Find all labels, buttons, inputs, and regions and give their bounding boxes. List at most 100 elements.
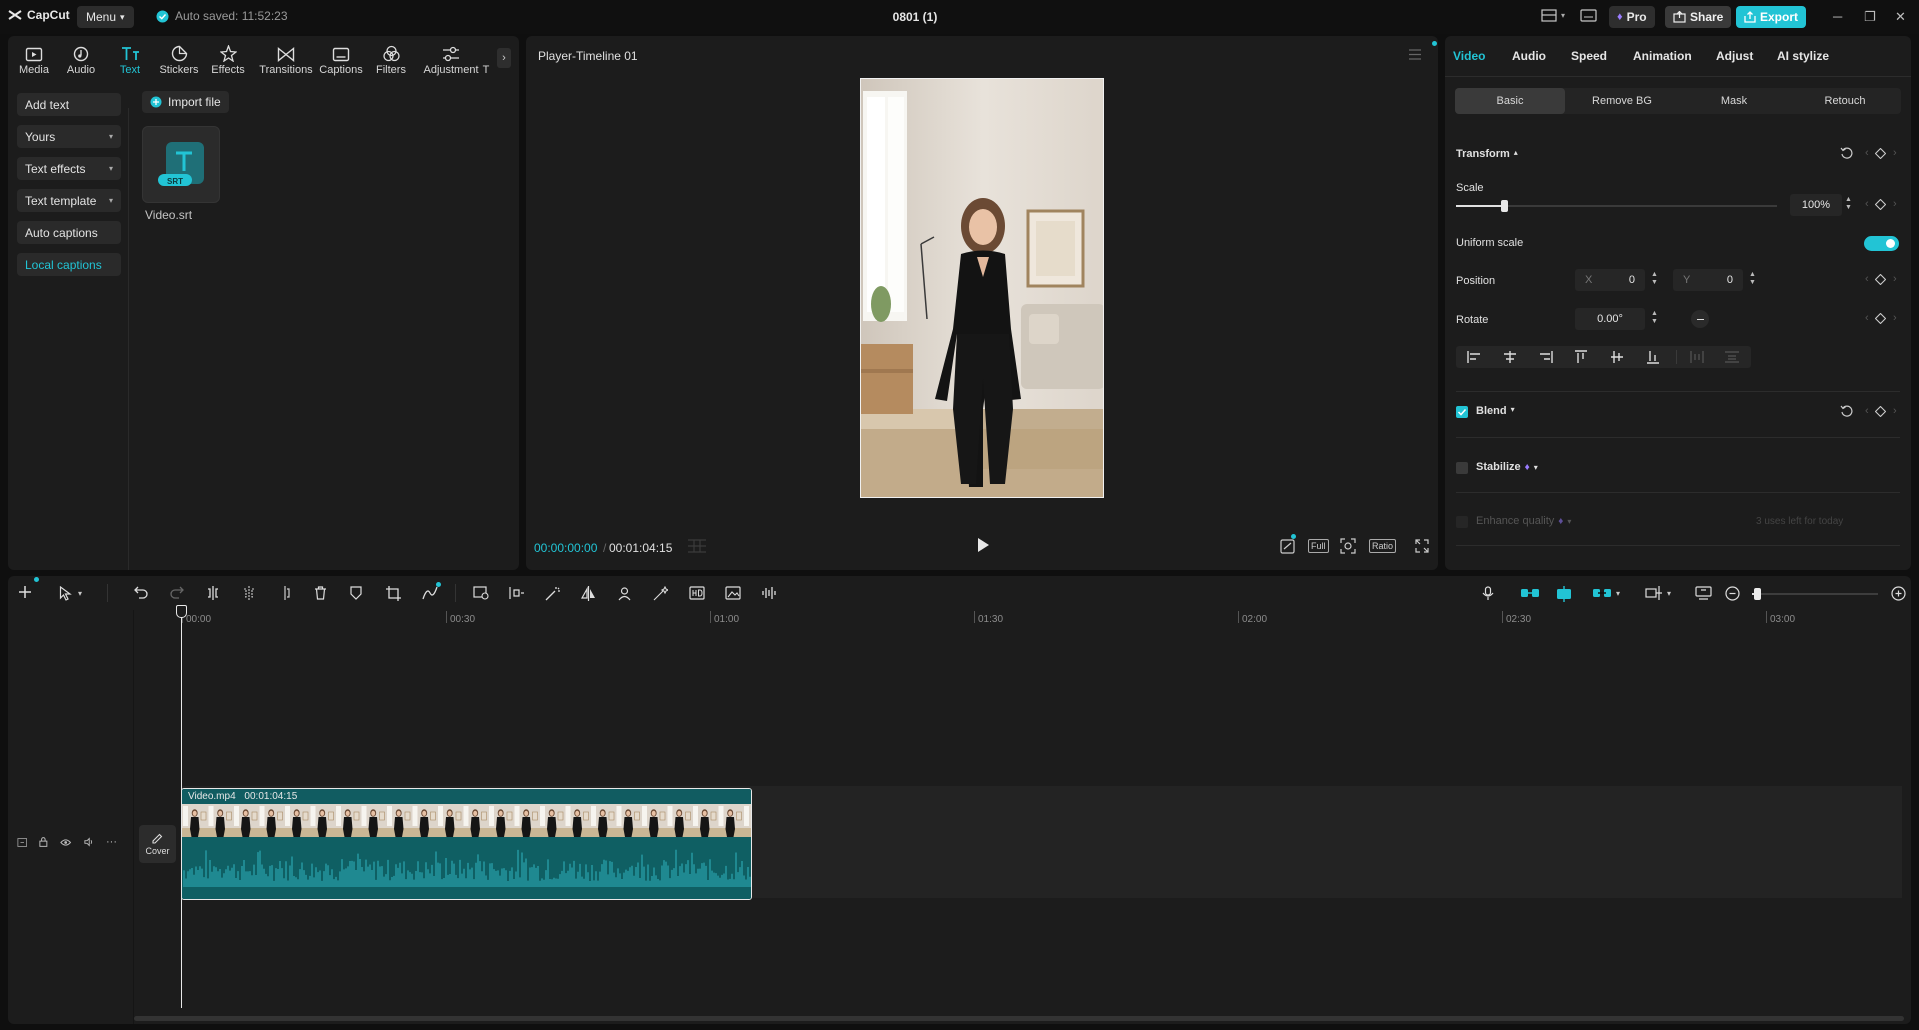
- import-file-button[interactable]: Import file: [142, 91, 229, 113]
- linkage-button[interactable]: ▾: [1592, 586, 1620, 600]
- keyframe-next-icon[interactable]: ›: [1893, 273, 1897, 285]
- rotate-stepper[interactable]: ▲ ▼: [1651, 310, 1658, 326]
- keyframe-next-icon[interactable]: ›: [1893, 198, 1897, 210]
- full-button[interactable]: Full: [1308, 539, 1329, 553]
- zoom-slider-thumb[interactable]: [1754, 588, 1761, 600]
- player-menu-button[interactable]: [1408, 49, 1422, 60]
- submenu-auto-captions[interactable]: Auto captions: [17, 221, 121, 244]
- timeline-scrollbar[interactable]: [134, 1016, 1904, 1021]
- speaker-icon[interactable]: [83, 837, 94, 847]
- blend-reset[interactable]: [1840, 405, 1853, 418]
- freeze-button[interactable]: [473, 586, 489, 600]
- transform-reset[interactable]: [1840, 147, 1853, 160]
- tool-text[interactable]: Text: [105, 42, 155, 76]
- align-center-v-icon[interactable]: [1611, 350, 1623, 364]
- zoom-out-button[interactable]: [1725, 586, 1740, 601]
- tools-scroll-right[interactable]: ›: [497, 48, 511, 68]
- zoom-in-button[interactable]: [1891, 586, 1906, 601]
- keyframe-prev-icon[interactable]: ‹: [1865, 147, 1869, 159]
- more-icon[interactable]: ···: [106, 836, 117, 848]
- record-voice-button[interactable]: [1482, 586, 1494, 601]
- tab-video[interactable]: Video: [1453, 49, 1485, 63]
- tool-audio[interactable]: Audio: [56, 42, 106, 76]
- layout-switcher[interactable]: ▾: [1541, 9, 1565, 22]
- submenu-text-template[interactable]: Text template ▾: [17, 189, 121, 212]
- zoom-slider[interactable]: [1752, 588, 1878, 600]
- scale-input[interactable]: 100%: [1790, 194, 1842, 216]
- menu-button[interactable]: Menu ▾: [77, 6, 134, 28]
- redo-button[interactable]: [170, 586, 184, 599]
- keyframe-next-icon[interactable]: ›: [1893, 312, 1897, 324]
- submenu-yours[interactable]: Yours ▾: [17, 125, 121, 148]
- playhead[interactable]: [181, 608, 182, 1008]
- tool-media[interactable]: Media: [9, 42, 59, 76]
- add-track-button[interactable]: [17, 584, 33, 600]
- speed-curve-button[interactable]: [422, 586, 438, 600]
- track-type-icon[interactable]: [17, 837, 28, 848]
- rotate-dial[interactable]: [1691, 310, 1709, 328]
- transform-keyframe[interactable]: [1875, 148, 1886, 159]
- ai-effect-button[interactable]: [653, 586, 668, 601]
- align-top-icon[interactable]: [1575, 350, 1587, 364]
- uniform-scale-toggle[interactable]: [1864, 236, 1899, 251]
- align-bottom-icon[interactable]: [1647, 350, 1659, 364]
- rotate-keyframe[interactable]: [1875, 313, 1886, 324]
- mirror-button[interactable]: [581, 586, 596, 601]
- fullscreen-button[interactable]: [1415, 539, 1429, 553]
- mark-button[interactable]: [350, 586, 362, 600]
- magic-button[interactable]: [545, 586, 560, 601]
- align-center-h-icon[interactable]: [1503, 351, 1517, 363]
- position-x-stepper[interactable]: ▲ ▼: [1651, 271, 1658, 287]
- audio-beat-button[interactable]: [761, 586, 777, 600]
- auto-snap-button[interactable]: [1555, 586, 1573, 602]
- tool-adjustment[interactable]: Adjustment: [419, 42, 483, 76]
- position-keyframe[interactable]: [1875, 274, 1886, 285]
- restore-button[interactable]: ❐: [1864, 9, 1876, 25]
- keyframe-prev-icon[interactable]: ‹: [1865, 198, 1869, 210]
- play-button[interactable]: [976, 537, 990, 553]
- stabilize-section-toggle[interactable]: Stabilize ♦ ▾: [1476, 461, 1538, 473]
- submenu-add-text[interactable]: Add text: [17, 93, 121, 116]
- share-button[interactable]: Share: [1665, 6, 1732, 28]
- tab-ai-stylize[interactable]: AI stylize: [1777, 49, 1829, 63]
- scale-stepper[interactable]: ▲ ▼: [1845, 196, 1852, 212]
- preview-axis-button[interactable]: ▾: [1645, 586, 1671, 600]
- hd-button[interactable]: [689, 586, 705, 600]
- subtab-remove-bg[interactable]: Remove BG: [1567, 88, 1677, 114]
- tool-stickers[interactable]: Stickers: [154, 42, 204, 76]
- split-button[interactable]: [206, 586, 220, 600]
- tab-adjust[interactable]: Adjust: [1716, 49, 1753, 63]
- ratio-button[interactable]: Ratio: [1369, 539, 1397, 553]
- shortcuts-button[interactable]: [1580, 9, 1597, 22]
- submenu-text-effects[interactable]: Text effects ▾: [17, 157, 121, 180]
- replace-button[interactable]: [725, 586, 741, 600]
- video-clip[interactable]: Video.mp4 00:01:04:15: [181, 788, 752, 900]
- timeline-grid-toggle[interactable]: [687, 539, 707, 553]
- subtab-basic[interactable]: Basic: [1455, 88, 1565, 114]
- video-preview[interactable]: [860, 78, 1104, 498]
- position-y-stepper[interactable]: ▲ ▼: [1749, 271, 1756, 287]
- eye-icon[interactable]: [60, 838, 72, 847]
- playhead-handle[interactable]: [176, 605, 187, 618]
- delete-button[interactable]: [314, 586, 327, 600]
- stabilize-checkbox[interactable]: [1456, 462, 1468, 474]
- minimize-button[interactable]: ─: [1833, 9, 1842, 24]
- keyframe-prev-icon[interactable]: ‹: [1865, 273, 1869, 285]
- subtab-retouch[interactable]: Retouch: [1790, 88, 1900, 114]
- blend-keyframe[interactable]: [1875, 406, 1886, 417]
- scale-slider-thumb[interactable]: [1501, 200, 1508, 212]
- keyframe-prev-icon[interactable]: ‹: [1865, 405, 1869, 417]
- crop-button[interactable]: [386, 586, 401, 601]
- keyframe-next-icon[interactable]: ›: [1893, 405, 1897, 417]
- scale-slider[interactable]: [1456, 200, 1777, 212]
- transform-section-toggle[interactable]: Transform ▴: [1456, 148, 1518, 160]
- quality-button[interactable]: [1280, 538, 1295, 554]
- remove-bg-button[interactable]: [617, 586, 632, 601]
- tool-effects[interactable]: Effects: [203, 42, 253, 76]
- tab-audio[interactable]: Audio: [1512, 49, 1546, 63]
- undo-button[interactable]: [134, 586, 148, 599]
- blend-section-toggle[interactable]: Blend ▾: [1476, 405, 1515, 417]
- close-button[interactable]: ✕: [1895, 9, 1906, 25]
- reverse-button[interactable]: [509, 586, 525, 600]
- tool-captions[interactable]: Captions: [316, 42, 366, 76]
